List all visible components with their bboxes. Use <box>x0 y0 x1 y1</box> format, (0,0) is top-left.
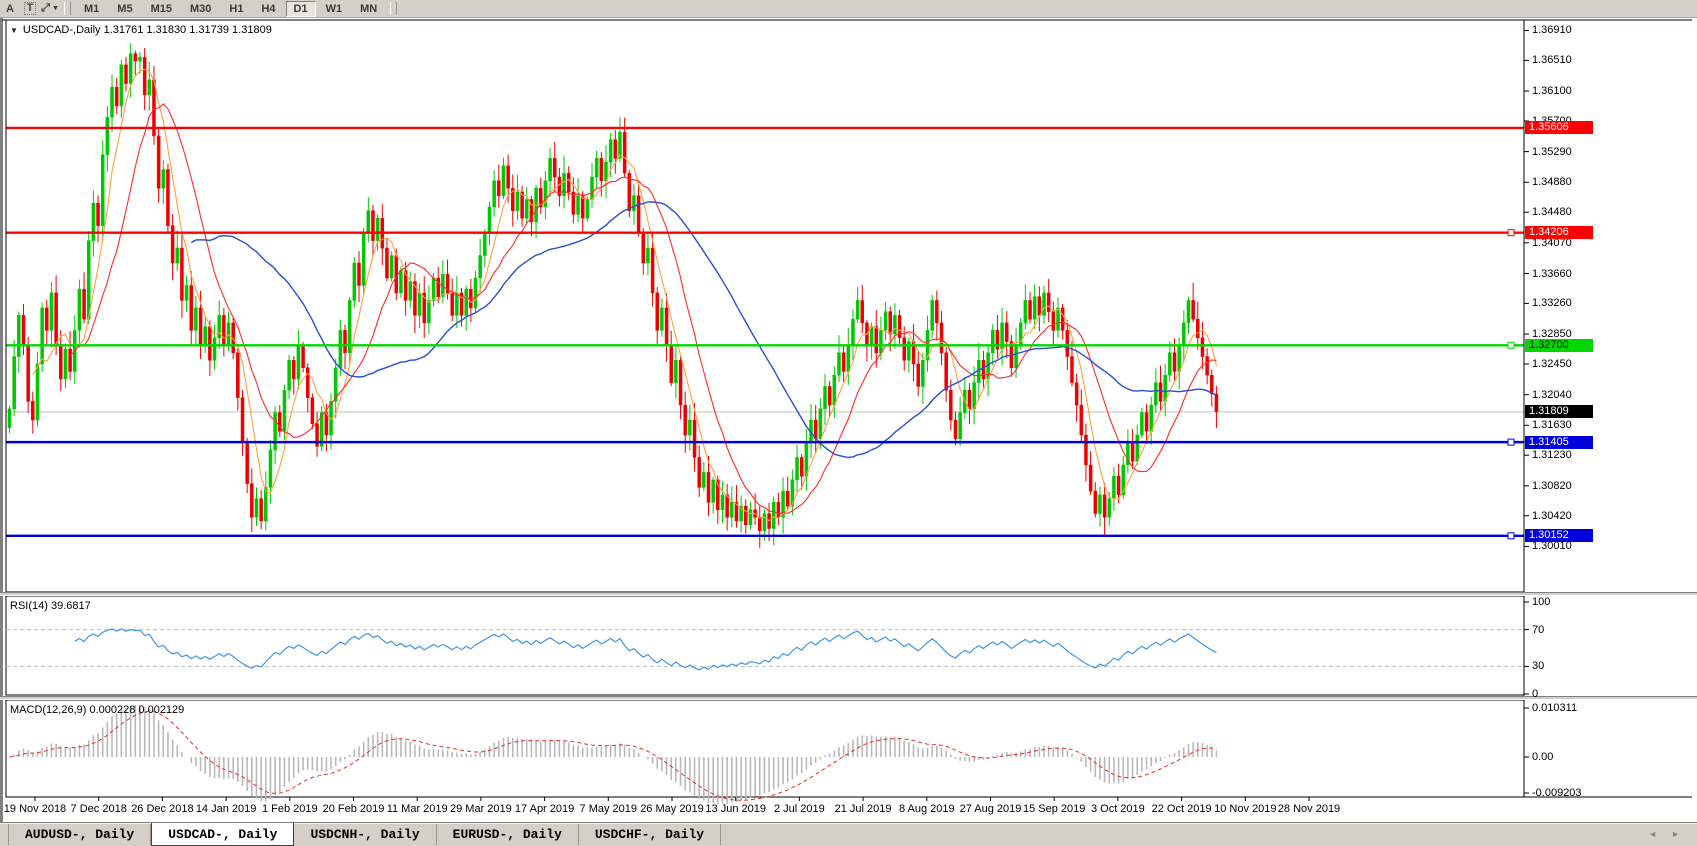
chart-title-text: USDCAD-,Daily 1.31761 1.31830 1.31739 1.… <box>23 24 272 36</box>
timeframe-button-m1[interactable]: M1 <box>76 1 107 17</box>
price-axis-label: 1.36100 <box>1532 85 1572 97</box>
candles-group <box>8 43 1218 548</box>
price-axis-label: 1.36510 <box>1532 54 1572 66</box>
price-axis-label: 1.34880 <box>1532 176 1572 188</box>
chart-window[interactable]: ▼ USDCAD-,Daily 1.31761 1.31830 1.31739 1… <box>0 18 1697 822</box>
price-tag-1.31809: 1.31809 <box>1525 405 1593 418</box>
toolbar: AT ⤢▼ M1M5M15M30H1H4D1W1MN <box>0 0 1697 18</box>
rsi-axis-label: 0 <box>1532 688 1538 700</box>
date-axis-label: 28 Nov 2019 <box>1269 803 1349 815</box>
price-axis-label: 1.31230 <box>1532 449 1572 461</box>
rsi-indicator-label: RSI(14) 39.6817 <box>10 600 91 612</box>
text-tool-icon: T <box>24 2 37 15</box>
chart-tab-usdchf[interactable]: USDCHF-, Daily <box>579 824 721 845</box>
macd-axis-label: -0.009203 <box>1532 787 1582 799</box>
line-handle <box>1508 342 1514 348</box>
tab-scroll-buttons: ◄► <box>1641 823 1687 845</box>
price-axis-label: 1.34480 <box>1532 206 1572 218</box>
chart-tab-eurusd[interactable]: EURUSD-, Daily <box>437 824 579 845</box>
macd-indicator-label: MACD(12,26,9) 0.000228 0.002129 <box>10 704 184 716</box>
chart-title: ▼ USDCAD-,Daily 1.31761 1.31830 1.31739 1… <box>10 24 272 36</box>
price-axis-label: 1.36910 <box>1532 24 1572 36</box>
timeframe-button-w1[interactable]: W1 <box>318 1 351 17</box>
toolbar-separator <box>64 2 71 15</box>
text-tool-button[interactable]: T <box>21 1 39 16</box>
line-handle <box>1508 533 1514 539</box>
price-axis-label: 1.33260 <box>1532 297 1572 309</box>
chart-canvas[interactable] <box>0 18 1697 822</box>
rsi-panel-border <box>6 596 1524 695</box>
macd-axis-label: 0.010311 <box>1532 702 1577 714</box>
dropdown-caret-icon: ▼ <box>52 5 59 12</box>
timeframe-button-mn[interactable]: MN <box>352 1 385 17</box>
timeframe-button-h4[interactable]: H4 <box>253 1 283 17</box>
timeframe-button-m30[interactable]: M30 <box>182 1 219 17</box>
rsi-axis-label: 100 <box>1532 596 1550 608</box>
price-axis-label: 1.30420 <box>1532 510 1572 522</box>
cursor-tool-icon: A <box>6 3 14 15</box>
price-tag-1.30152: 1.30152 <box>1525 529 1593 542</box>
main-panel-border <box>6 20 1524 592</box>
timeframe-button-m15[interactable]: M15 <box>143 1 180 17</box>
price-axis-label: 1.30820 <box>1532 480 1572 492</box>
line-handle <box>1508 230 1514 236</box>
price-axis-label: 1.32040 <box>1532 389 1572 401</box>
price-tag-1.35606: 1.35606 <box>1525 121 1593 134</box>
panel-splitter[interactable] <box>0 696 1697 700</box>
price-axis-label: 1.35290 <box>1532 146 1572 158</box>
chart-tab-bar: AUDUSD-, DailyUSDCAD-, DailyUSDCNH-, Dai… <box>0 822 1697 846</box>
panel-splitter[interactable] <box>0 592 1697 596</box>
timeframe-button-h1[interactable]: H1 <box>221 1 251 17</box>
timeframe-button-m5[interactable]: M5 <box>109 1 140 17</box>
rsi-line <box>75 629 1217 670</box>
cycle-arrows-tool-icon: ⤢ <box>41 2 50 15</box>
price-tag-1.31405: 1.31405 <box>1525 436 1593 449</box>
chart-tab-audusd[interactable]: AUDUSD-, Daily <box>8 824 151 845</box>
timeframe-button-d1[interactable]: D1 <box>286 1 316 17</box>
cycle-arrows-button[interactable]: ⤢▼ <box>41 1 59 16</box>
price-axis-label: 1.31630 <box>1532 419 1572 431</box>
mt4-window: AT⤢▼M1M5M15M30H1H4D1W1MN ▼USDCAD-,Daily … <box>0 0 1697 846</box>
rsi-axis-label: 70 <box>1532 624 1544 636</box>
chart-tab-usdcad[interactable]: USDCAD-, Daily <box>151 823 294 846</box>
price-tag-1.34206: 1.34206 <box>1525 226 1593 239</box>
collapse-arrow-icon[interactable]: ▼ <box>10 26 18 35</box>
line-handle <box>1508 439 1514 445</box>
price-axis-label: 1.32450 <box>1532 358 1572 370</box>
macd-axis-label: 0.00 <box>1532 751 1553 763</box>
toolbar-separator <box>390 2 397 15</box>
macd-histogram-group <box>10 705 1217 804</box>
tab-scroll-right-button[interactable]: ► <box>1664 829 1687 839</box>
chart-tab-usdcnh[interactable]: USDCNH-, Daily <box>294 824 436 845</box>
cursor-tool-button[interactable]: A <box>1 1 19 16</box>
price-tag-1.32700: 1.32700 <box>1525 339 1593 352</box>
rsi-axis-label: 30 <box>1532 660 1544 672</box>
tab-scroll-left-button[interactable]: ◄ <box>1641 829 1664 839</box>
price-axis-label: 1.33660 <box>1532 268 1572 280</box>
